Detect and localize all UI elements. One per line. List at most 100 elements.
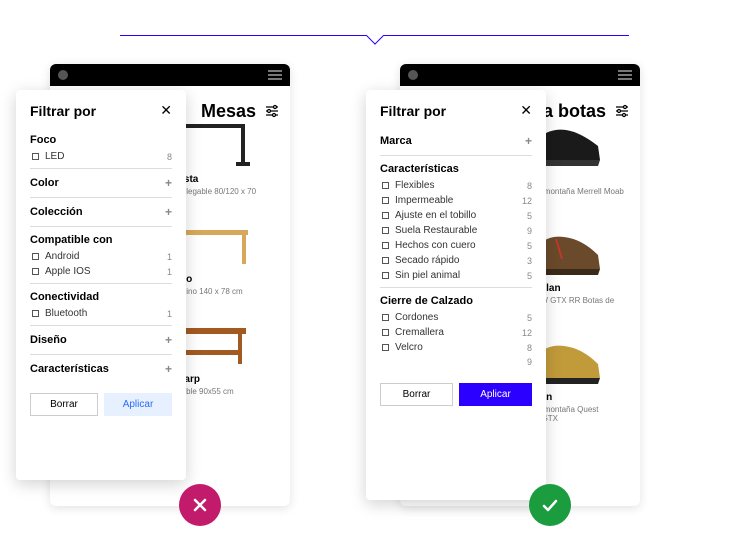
filter-option-count: 1: [167, 252, 172, 262]
example-bad: Mesas Vangsta Mesa plegable 80/120 x 70 …: [50, 64, 350, 506]
filter-option-count: 12: [522, 196, 532, 206]
filter-option-count: 8: [167, 152, 172, 162]
filter-option-label: Apple IOS: [45, 266, 167, 277]
checkbox-icon[interactable]: [32, 268, 39, 275]
plus-icon[interactable]: +: [165, 205, 172, 219]
filter-option[interactable]: Secado rápido3: [380, 253, 532, 268]
checkbox-icon[interactable]: [382, 344, 389, 351]
filter-option-label: Cordones: [395, 312, 527, 323]
filter-option[interactable]: LED 8: [30, 149, 172, 164]
filter-section-label: Conectividad: [30, 291, 99, 303]
filter-option-label: Sin piel animal: [395, 270, 527, 281]
plus-icon[interactable]: +: [165, 176, 172, 190]
divider-pointer: [120, 35, 629, 36]
checkbox-icon[interactable]: [382, 257, 389, 264]
example-good: ara botas Merrell Botas de montaña Merre…: [400, 64, 700, 506]
clear-button[interactable]: Borrar: [380, 383, 453, 406]
filter-option-count: 9: [527, 357, 532, 367]
filter-option-count: 1: [167, 309, 172, 319]
filter-option[interactable]: Suela Restaurable9: [380, 223, 532, 238]
filter-section-label: Diseño: [30, 334, 67, 346]
apply-button[interactable]: Aplicar: [104, 393, 172, 416]
filter-section-label: Colección: [30, 206, 83, 218]
filter-option-label: Cremallera: [395, 327, 522, 338]
filter-section-coleccion[interactable]: Colección +: [30, 202, 172, 222]
checkbox-icon[interactable]: [382, 242, 389, 249]
filter-title: Filtrar por: [380, 103, 446, 119]
filter-option-count: 9: [527, 226, 532, 236]
filter-option[interactable]: Cordones5: [380, 310, 532, 325]
clear-button[interactable]: Borrar: [30, 393, 98, 416]
filter-section-label: Color: [30, 177, 59, 189]
plus-icon[interactable]: +: [165, 362, 172, 376]
filter-section-diseno[interactable]: Diseño +: [30, 330, 172, 350]
filter-option[interactable]: Sin piel animal5: [380, 268, 532, 283]
menu-icon[interactable]: [618, 70, 632, 80]
filter-section-conectividad[interactable]: Conectividad: [30, 288, 172, 306]
filter-section-caracteristicas[interactable]: Características: [380, 160, 532, 178]
filter-option[interactable]: Velcro8: [380, 340, 532, 355]
filter-option-count: 5: [527, 241, 532, 251]
filter-option-label: Impermeable: [395, 195, 522, 206]
filter-option-count: 8: [527, 343, 532, 353]
filter-title: Filtrar por: [30, 103, 96, 119]
verdict-bad-icon: [179, 484, 221, 526]
plus-icon[interactable]: +: [525, 134, 532, 148]
filter-option[interactable]: Bluetooth 1: [30, 306, 172, 321]
filter-section-color[interactable]: Color +: [30, 173, 172, 193]
checkbox-icon[interactable]: [382, 329, 389, 336]
checkbox-icon[interactable]: [382, 197, 389, 204]
filter-panel: Filtrar por ✕ Foco LED 8 Color +: [16, 90, 186, 480]
filter-option-label: Bluetooth: [45, 308, 167, 319]
checkbox-icon[interactable]: [32, 153, 39, 160]
checkbox-icon[interactable]: [32, 310, 39, 317]
filter-option-label: Secado rápido: [395, 255, 527, 266]
filter-option-label: Hechos con cuero: [395, 240, 527, 251]
device-status-bar: [50, 64, 290, 86]
filter-option[interactable]: Ajuste en el tobillo5: [380, 208, 532, 223]
filter-option-count: 5: [527, 313, 532, 323]
filter-option-label: Ajuste en el tobillo: [395, 210, 527, 221]
checkbox-icon[interactable]: [382, 272, 389, 279]
filter-option[interactable]: Apple IOS 1: [30, 264, 172, 279]
filter-option-count: 3: [527, 256, 532, 266]
filter-extra-count: 9: [380, 355, 532, 369]
filter-option[interactable]: Android 1: [30, 249, 172, 264]
checkbox-icon[interactable]: [382, 314, 389, 321]
filter-section-marca[interactable]: Marca +: [380, 131, 532, 151]
filter-section-foco[interactable]: Foco: [30, 131, 172, 149]
filter-option-label: Flexibles: [395, 180, 527, 191]
device-status-bar: [400, 64, 640, 86]
filter-section-label: Foco: [30, 134, 56, 146]
apply-button[interactable]: Aplicar: [459, 383, 532, 406]
filter-option-count: 1: [167, 267, 172, 277]
filter-section-caracteristicas[interactable]: Características +: [30, 359, 172, 379]
filter-option-count: 12: [522, 328, 532, 338]
menu-icon[interactable]: [268, 70, 282, 80]
filter-section-compatible[interactable]: Compatible con: [30, 231, 172, 249]
close-icon[interactable]: ✕: [520, 102, 532, 119]
filter-option[interactable]: Flexibles8: [380, 178, 532, 193]
filter-section-cierre[interactable]: Cierre de Calzado: [380, 292, 532, 310]
filter-option-label: Android: [45, 251, 167, 262]
filter-section-label: Compatible con: [30, 234, 113, 246]
filter-option[interactable]: Impermeable12: [380, 193, 532, 208]
filter-section-label: Características: [30, 363, 109, 375]
filter-option-label: Velcro: [395, 342, 527, 353]
camera-dot-icon: [58, 70, 68, 80]
checkbox-icon[interactable]: [32, 253, 39, 260]
checkbox-icon[interactable]: [382, 227, 389, 234]
filter-section-label: Cierre de Calzado: [380, 295, 473, 307]
filter-option-count: 8: [527, 181, 532, 191]
filter-option-label: LED: [45, 151, 167, 162]
plus-icon[interactable]: +: [165, 333, 172, 347]
checkbox-icon[interactable]: [382, 182, 389, 189]
filter-option[interactable]: Hechos con cuero5: [380, 238, 532, 253]
filter-option-label: Suela Restaurable: [395, 225, 527, 236]
filter-option-count: 5: [527, 271, 532, 281]
checkbox-icon[interactable]: [382, 212, 389, 219]
filter-option-count: 5: [527, 211, 532, 221]
filter-option[interactable]: Cremallera12: [380, 325, 532, 340]
close-icon[interactable]: ✕: [160, 102, 172, 119]
filter-section-label: Características: [380, 163, 459, 175]
